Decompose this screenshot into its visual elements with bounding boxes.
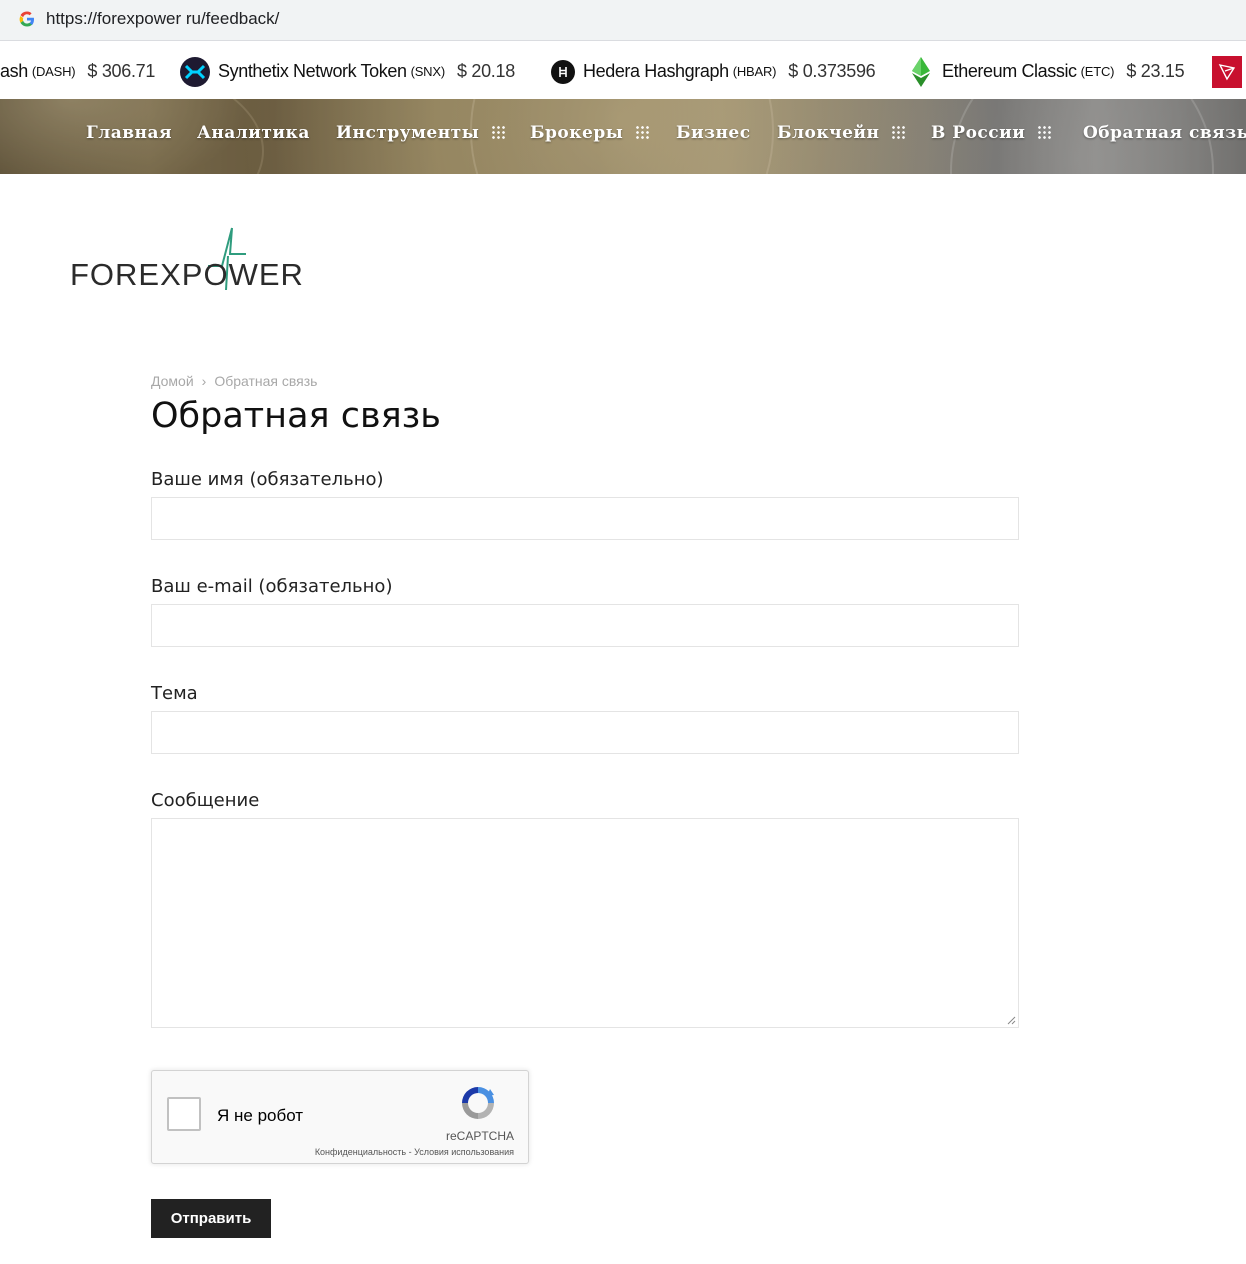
ticker-price: $ 23.15 bbox=[1126, 61, 1185, 81]
ticker-item-hbar[interactable]: Hedera Hashgraph (HBAR) $ 0.373596 bbox=[551, 44, 876, 99]
recaptcha-brand: reCAPTCHA bbox=[446, 1129, 515, 1143]
name-field[interactable] bbox=[151, 497, 1019, 540]
google-icon bbox=[19, 11, 34, 27]
message-textarea[interactable] bbox=[151, 818, 1019, 1028]
nav-item-label: Главная bbox=[86, 123, 173, 143]
nav-item-label: В России bbox=[931, 123, 1026, 143]
nav-item-home[interactable]: Главная bbox=[86, 123, 172, 143]
submit-button[interactable]: Отправить bbox=[151, 1199, 271, 1238]
nav-item-label: Брокеры bbox=[530, 123, 624, 143]
site-logo[interactable]: FOREXPOWER bbox=[70, 226, 303, 296]
ticker-price: $ 20.18 bbox=[456, 61, 515, 81]
subject-field[interactable] bbox=[151, 711, 1019, 754]
breadcrumb-separator: › bbox=[201, 373, 207, 389]
nav-item-brokers[interactable]: Брокеры bbox=[530, 123, 650, 143]
nav-item-label: Инструменты bbox=[336, 123, 480, 143]
ticker-symbol: (HBAR) bbox=[732, 64, 777, 79]
ticker-symbol: (DASH) bbox=[31, 64, 76, 79]
ticker-symbol: (SNX) bbox=[410, 64, 446, 79]
ticker-symbol: (ETC) bbox=[1080, 64, 1115, 79]
main-nav: Главная Аналитика Инструменты Брокеры Би… bbox=[0, 99, 1246, 174]
message-label: Сообщение bbox=[151, 790, 260, 811]
crypto-ticker: ash (DASH) $ 306.71 Synthetix Network To… bbox=[0, 44, 1246, 99]
recaptcha-checkbox[interactable] bbox=[167, 1097, 201, 1131]
breadcrumb: Домой › Обратная связь bbox=[151, 373, 317, 389]
ticker-item-etc[interactable]: Ethereum Classic (ETC) $ 23.15 bbox=[908, 44, 1185, 99]
nav-item-business[interactable]: Бизнес bbox=[676, 123, 751, 143]
nav-item-analytics[interactable]: Аналитика bbox=[197, 123, 310, 143]
nav-item-russia[interactable]: В России bbox=[931, 123, 1052, 143]
recaptcha-widget: Я не робот reCAPTCHA Конфиденциальность … bbox=[151, 1070, 529, 1164]
tron-icon bbox=[1212, 56, 1242, 88]
ticker-price: $ 0.373596 bbox=[788, 61, 876, 81]
nav-item-feedback[interactable]: Обратная связь bbox=[1083, 123, 1246, 143]
nav-item-label: Бизнес bbox=[676, 123, 751, 143]
submenu-grid-icon bbox=[1037, 125, 1052, 139]
nav-item-label: Обратная связь bbox=[1083, 123, 1246, 143]
nav-item-label: Аналитика bbox=[197, 123, 310, 143]
synthetix-icon bbox=[180, 56, 210, 87]
ticker-name: Ethereum Classic bbox=[942, 61, 1077, 81]
browser-address-bar: https://forexpower ru/feedback/ bbox=[0, 0, 1246, 41]
name-label: Ваше имя (обязательно) bbox=[151, 469, 384, 490]
ticker-name: Hedera Hashgraph bbox=[583, 61, 729, 81]
ticker-name: Synthetix Network Token bbox=[218, 61, 407, 81]
ticker-price: $ 306.71 bbox=[87, 61, 156, 81]
logo-text: FOREXPOWER bbox=[70, 257, 304, 292]
ticker-name: ash bbox=[0, 61, 28, 81]
nav-item-instruments[interactable]: Инструменты bbox=[336, 123, 506, 143]
subject-label: Тема bbox=[151, 683, 198, 704]
recaptcha-links[interactable]: Конфиденциальность - Условия использован… bbox=[315, 1147, 514, 1157]
email-label: Ваш e-mail (обязательно) bbox=[151, 576, 393, 597]
page-title: Обратная связь bbox=[151, 396, 441, 436]
recaptcha-label: Я не робот bbox=[217, 1106, 304, 1125]
ticker-item-snx[interactable]: Synthetix Network Token (SNX) $ 20.18 bbox=[180, 44, 515, 99]
address-url[interactable]: https://forexpower ru/feedback/ bbox=[46, 9, 279, 29]
resize-handle-icon[interactable] bbox=[1006, 1015, 1016, 1025]
submenu-grid-icon bbox=[491, 125, 506, 139]
nav-item-blockchain[interactable]: Блокчейн bbox=[777, 123, 906, 143]
submenu-grid-icon bbox=[635, 125, 650, 139]
hedera-icon bbox=[551, 59, 575, 84]
ticker-item-dash[interactable]: ash (DASH) $ 306.71 bbox=[0, 44, 155, 99]
recaptcha-logo-icon bbox=[462, 1087, 494, 1119]
breadcrumb-current: Обратная связь bbox=[214, 373, 318, 389]
ethereum-classic-icon bbox=[908, 56, 934, 87]
breadcrumb-home[interactable]: Домой bbox=[151, 373, 194, 389]
email-field[interactable] bbox=[151, 604, 1019, 647]
nav-item-label: Блокчейн bbox=[777, 123, 880, 143]
submenu-grid-icon bbox=[891, 125, 906, 139]
